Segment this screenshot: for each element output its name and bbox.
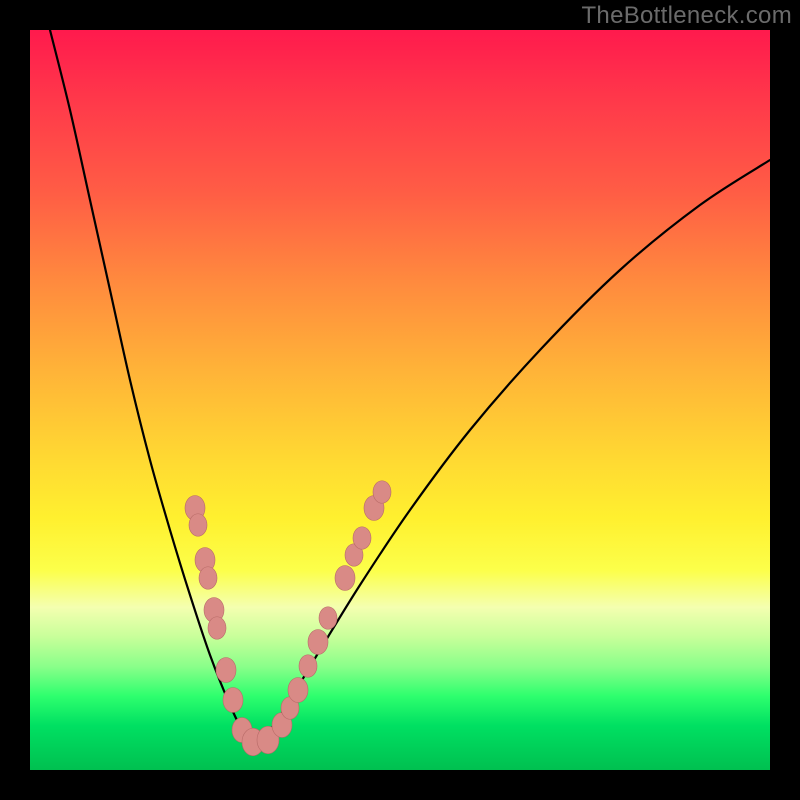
watermark-text: TheBottleneck.com — [581, 2, 792, 30]
beads-group — [185, 481, 391, 756]
bead-marker — [373, 481, 391, 504]
bead-marker — [353, 527, 371, 550]
bead-marker — [223, 688, 243, 713]
plot-area — [30, 30, 770, 770]
bead-marker — [208, 617, 226, 640]
bead-marker — [299, 655, 317, 678]
bead-marker — [335, 566, 355, 591]
bead-marker — [308, 630, 328, 655]
bead-marker — [288, 678, 308, 703]
bead-marker — [199, 567, 217, 590]
bead-marker — [319, 607, 337, 630]
bead-marker — [189, 514, 207, 537]
outer-frame: TheBottleneck.com — [0, 0, 800, 800]
bottleneck-curve — [50, 30, 770, 740]
chart-svg — [30, 30, 770, 770]
bead-marker — [216, 658, 236, 683]
